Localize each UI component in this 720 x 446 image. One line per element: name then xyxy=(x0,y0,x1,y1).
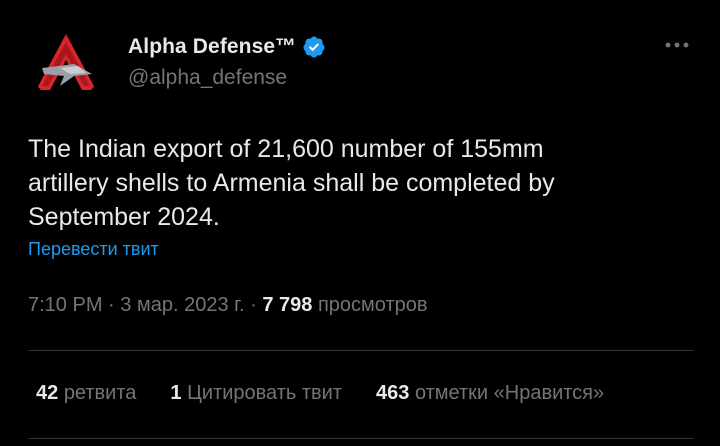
quotes-stat[interactable]: 1 Цитировать твит xyxy=(170,382,342,405)
tweet-time[interactable]: 7:10 PM xyxy=(28,294,102,316)
tweet-text: The Indian export of 21,600 number of 15… xyxy=(28,135,555,231)
alpha-defense-logo-icon xyxy=(30,28,102,100)
views-label: просмотров xyxy=(317,294,428,316)
retweets-count: 42 xyxy=(36,382,59,404)
likes-stat[interactable]: 463 отметки «Нравится» xyxy=(376,382,604,405)
divider xyxy=(28,350,694,351)
meta-separator: · xyxy=(108,294,115,316)
retweets-label: ретвита xyxy=(63,382,137,404)
meta-separator: · xyxy=(250,294,257,316)
author-display-name[interactable]: Alpha Defense™ xyxy=(128,35,296,59)
author-handle[interactable]: @alpha_defense xyxy=(128,66,287,90)
more-options-icon[interactable] xyxy=(664,35,690,55)
verified-badge-icon xyxy=(303,36,325,58)
retweets-stat[interactable]: 42 ретвита xyxy=(36,382,136,405)
likes-count: 463 xyxy=(376,382,410,404)
tweet-meta: 7:10 PM · 3 мар. 2023 г. · 7 798 просмот… xyxy=(28,294,428,317)
engagement-stats: 42 ретвита 1 Цитировать твит 463 отметки… xyxy=(36,382,604,405)
translate-tweet-link[interactable]: Перевести твит xyxy=(28,239,159,260)
tweet-card: Alpha Defense™ @alpha_defense The Indian… xyxy=(0,0,720,446)
likes-label: отметки «Нравится» xyxy=(414,382,605,404)
author-name-row[interactable]: Alpha Defense™ xyxy=(128,32,326,62)
tweet-date[interactable]: 3 мар. 2023 г. xyxy=(120,294,244,316)
views-count: 7 798 xyxy=(262,294,313,316)
divider xyxy=(28,438,694,439)
quotes-count: 1 xyxy=(170,382,182,404)
quotes-label: Цитировать твит xyxy=(187,382,342,404)
avatar[interactable] xyxy=(30,28,102,100)
